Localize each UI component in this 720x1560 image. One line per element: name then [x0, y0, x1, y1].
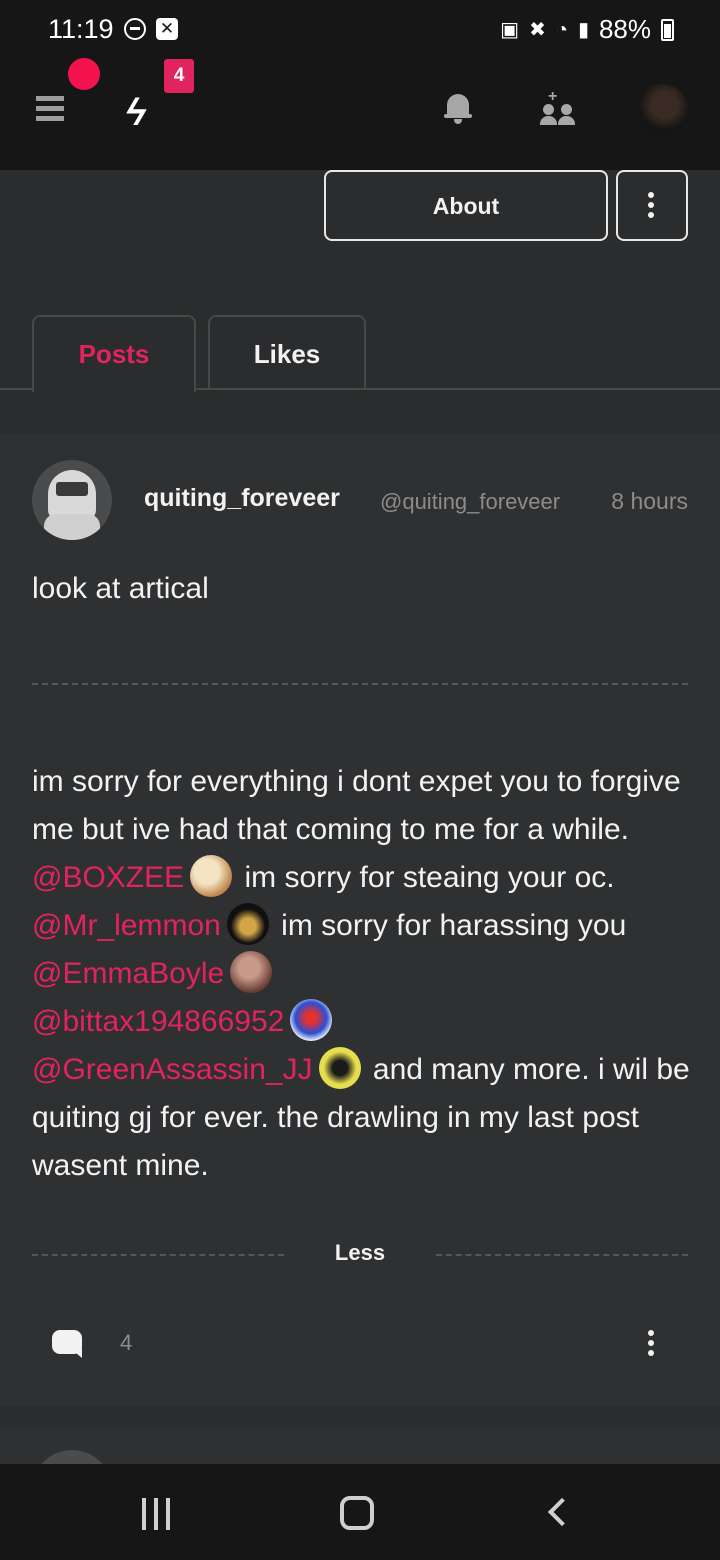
mention-link[interactable]: @GreenAssassin_JJ [32, 1053, 313, 1086]
mention-link[interactable]: @EmmaBoyle [32, 957, 224, 990]
tab-likes[interactable]: Likes [208, 315, 366, 390]
app-header: ϟ 4 + [0, 58, 720, 170]
xbox-icon: ✕ [156, 18, 178, 40]
vibrate-icon: ▣ [500, 18, 520, 41]
battery-icon [661, 18, 674, 41]
mention-avatar [226, 903, 269, 945]
back-icon[interactable] [547, 1497, 577, 1527]
less-label[interactable]: Less [32, 1238, 688, 1268]
mention-avatar [290, 999, 333, 1041]
comment-icon[interactable] [52, 1330, 84, 1358]
signal-icon: ▮ [577, 18, 589, 41]
mention-avatar [230, 951, 273, 993]
post-text: im sorry for steaing your oc. [236, 861, 615, 894]
mention-avatar [190, 855, 233, 897]
post-text: im sorry for everything i dont expet you… [32, 765, 681, 846]
post-more-icon[interactable] [648, 1330, 654, 1356]
kebab-menu-icon [648, 192, 654, 218]
menu-icon[interactable] [36, 96, 64, 122]
post-title: look at artical [32, 572, 209, 605]
mute-icon: ✖ [529, 18, 546, 41]
comment-count: 4 [120, 1330, 133, 1355]
profile-more-button[interactable] [616, 170, 688, 241]
notification-badge: 4 [164, 59, 194, 93]
post-text: im sorry for harassing you [272, 909, 627, 942]
less-toggle[interactable]: Less [32, 1238, 688, 1268]
do-not-disturb-icon [124, 18, 146, 40]
record-dot-icon [68, 58, 100, 90]
recent-apps-icon[interactable] [140, 1498, 172, 1530]
next-post-card [0, 1428, 720, 1468]
post-divider [32, 683, 688, 685]
post-body: im sorry for everything i dont expet you… [32, 758, 692, 1190]
bell-icon[interactable] [444, 90, 472, 124]
post-author-handle: @quiting_foreveer [380, 489, 561, 514]
user-avatar[interactable] [636, 84, 688, 136]
system-nav-bar [0, 1464, 720, 1560]
add-friends-icon[interactable]: + [540, 89, 576, 126]
home-icon[interactable] [340, 1496, 374, 1530]
status-bar: 11:19 ✕ ▣ ✖ ◔ ▮ 88% [0, 0, 720, 62]
status-time: 11:19 [48, 14, 114, 44]
app-logo-icon[interactable]: ϟ [121, 92, 151, 135]
post-author-name[interactable]: quiting_foreveer [144, 484, 340, 513]
mention-link[interactable]: @BOXZEE [32, 861, 184, 894]
post-card: quiting_foreveer @quiting_foreveer 8 hou… [0, 434, 720, 1406]
post-timestamp: 8 hours [611, 488, 688, 514]
mention-avatar [318, 1047, 361, 1089]
battery-percent: 88% [598, 14, 651, 44]
post-author-avatar[interactable] [32, 460, 112, 540]
wifi-icon: ◔ [555, 18, 568, 41]
mention-link[interactable]: @bittax194866952 [32, 1005, 284, 1038]
mention-link[interactable]: @Mr_lemmon [32, 909, 221, 942]
about-button[interactable]: About [324, 170, 608, 241]
tab-posts[interactable]: Posts [32, 315, 196, 392]
